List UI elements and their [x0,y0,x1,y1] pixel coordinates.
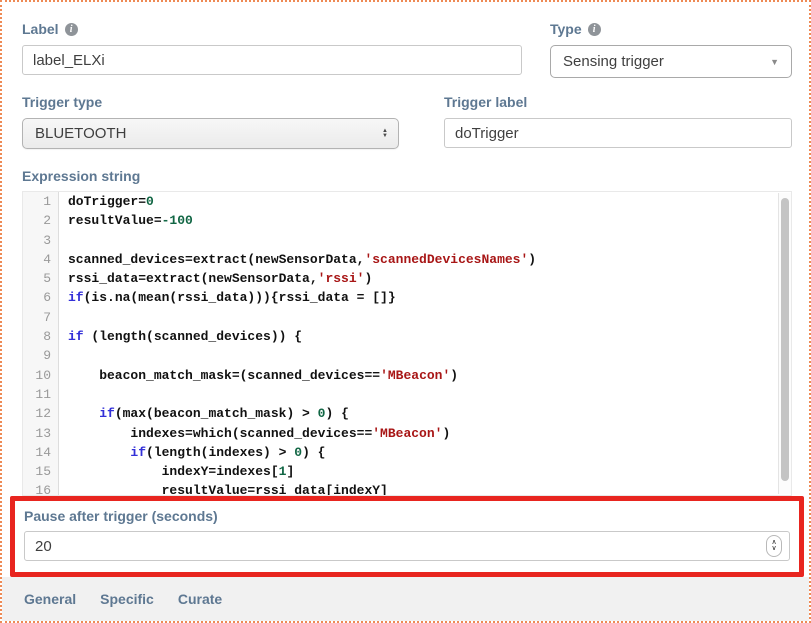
code-text: scanned_devices=extract(newSensorData,'s… [59,250,536,269]
type-field-group: Type i Sensing trigger ▼ [550,21,792,78]
code-line: 6if(is.na(mean(rssi_data))){rssi_data = … [23,288,791,307]
label-input[interactable] [22,45,522,75]
line-number: 3 [23,231,59,250]
expression-editor[interactable]: 1doTrigger=02resultValue=-1003 4scanned_… [22,191,792,496]
label-field-label-text: Label [22,21,59,37]
code-text: indexes=which(scanned_devices=='MBeacon'… [59,424,450,443]
stepper-down-icon[interactable]: ∨ [771,546,776,552]
line-number: 9 [23,346,59,365]
code-text [59,308,76,327]
expression-label-text: Expression string [22,168,140,184]
expression-label: Expression string [22,168,792,184]
code-line: 2resultValue=-100 [23,211,791,230]
label-field-group: Label i [22,21,522,78]
footer-tabs: General Specific Curate [2,577,809,621]
expression-editor-lines: 1doTrigger=02resultValue=-1003 4scanned_… [23,192,791,496]
trigger-label-input[interactable] [444,118,792,148]
label-field-label: Label i [22,21,522,37]
line-number: 6 [23,288,59,307]
code-text [59,385,76,404]
line-number: 10 [23,366,59,385]
trigger-type-select[interactable]: BLUETOOTH ▲▼ [22,118,399,149]
pause-field-label: Pause after trigger (seconds) [24,508,790,524]
code-text: resultValue=rssi_data[indexY] [59,481,388,496]
line-number: 16 [23,481,59,496]
expression-section: Expression string 1doTrigger=02resultVal… [22,168,792,496]
tab-specific[interactable]: Specific [100,591,154,607]
trigger-label-label: Trigger label [444,94,792,110]
code-text: doTrigger=0 [59,192,154,211]
line-number: 7 [23,308,59,327]
form-panel: Label i Type i Sensing trigger ▼ Trigger… [2,2,809,577]
code-line: 16 resultValue=rssi_data[indexY] [23,481,791,496]
line-number: 1 [23,192,59,211]
type-select-value: Sensing trigger [563,53,664,70]
pause-input[interactable] [24,531,790,561]
trigger-label-label-text: Trigger label [444,94,527,110]
pause-input-wrap: ∧ ∨ [24,531,790,561]
code-line: 13 indexes=which(scanned_devices=='MBeac… [23,424,791,443]
line-number: 14 [23,443,59,462]
code-text: if(length(indexes) > 0) { [59,443,325,462]
trigger-label-field-group: Trigger label [444,94,792,149]
number-stepper[interactable]: ∧ ∨ [766,535,782,557]
code-line: 5rssi_data=extract(newSensorData,'rssi') [23,269,791,288]
pause-field-highlight: Pause after trigger (seconds) ∧ ∨ [10,496,804,577]
line-number: 15 [23,462,59,481]
code-text: indexY=indexes[1] [59,462,294,481]
type-field-label-text: Type [550,21,582,37]
type-field-label: Type i [550,21,792,37]
code-text [59,231,76,250]
trigger-type-label: Trigger type [22,94,399,110]
code-line: 15 indexY=indexes[1] [23,462,791,481]
code-text [59,346,76,365]
code-line: 4scanned_devices=extract(newSensorData,'… [23,250,791,269]
line-number: 12 [23,404,59,423]
code-text: if(is.na(mean(rssi_data))){rssi_data = [… [59,288,396,307]
code-line: 9 [23,346,791,365]
pause-field-label-text: Pause after trigger (seconds) [24,508,218,524]
info-icon[interactable]: i [588,23,601,36]
code-text: if (length(scanned_devices)) { [59,327,302,346]
type-select[interactable]: Sensing trigger ▼ [550,45,792,78]
code-text: if(max(beacon_match_mask) > 0) { [59,404,349,423]
code-line: 14 if(length(indexes) > 0) { [23,443,791,462]
line-number: 4 [23,250,59,269]
line-number: 11 [23,385,59,404]
line-number: 13 [23,424,59,443]
tab-curate[interactable]: Curate [178,591,222,607]
editor-scrollbar[interactable] [778,193,791,494]
line-number: 5 [23,269,59,288]
code-line: 11 [23,385,791,404]
line-number: 2 [23,211,59,230]
trigger-type-select-value: BLUETOOTH [35,125,126,142]
updown-arrows-icon: ▲▼ [382,129,388,139]
code-line: 3 [23,231,791,250]
code-line: 10 beacon_match_mask=(scanned_devices=='… [23,366,791,385]
code-line: 12 if(max(beacon_match_mask) > 0) { [23,404,791,423]
info-icon[interactable]: i [65,23,78,36]
editor-scrollbar-thumb[interactable] [781,198,789,481]
chevron-down-icon: ▼ [770,57,779,67]
tab-general[interactable]: General [24,591,76,607]
code-text: beacon_match_mask=(scanned_devices=='MBe… [59,366,458,385]
code-line: 7 [23,308,791,327]
code-line: 1doTrigger=0 [23,192,791,211]
code-line: 8if (length(scanned_devices)) { [23,327,791,346]
trigger-type-field-group: Trigger type BLUETOOTH ▲▼ [22,94,399,149]
line-number: 8 [23,327,59,346]
trigger-type-label-text: Trigger type [22,94,102,110]
code-text: resultValue=-100 [59,211,193,230]
code-text: rssi_data=extract(newSensorData,'rssi') [59,269,372,288]
